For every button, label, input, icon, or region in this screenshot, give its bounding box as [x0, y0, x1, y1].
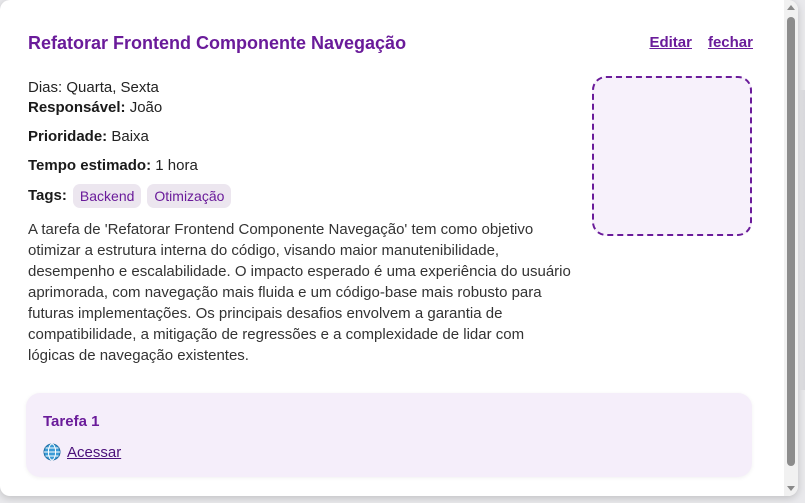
subtask-title: Tarefa 1	[43, 413, 100, 430]
task-days: Dias: Quarta, Sexta	[28, 79, 159, 96]
tag-badge: Backend	[72, 184, 142, 208]
subtask-link-label: Acessar	[67, 443, 122, 461]
modal-content: Refatorar Frontend Componente Navegação …	[0, 0, 784, 496]
responsible-label: Responsável:	[28, 99, 126, 116]
task-title: Refatorar Frontend Componente Navegação	[28, 33, 407, 53]
task-priority: Prioridade: Baixa	[28, 127, 573, 147]
task-detail-modal: Refatorar Frontend Componente Navegação …	[0, 0, 798, 496]
tags-label: Tags:	[28, 187, 67, 204]
priority-label: Prioridade:	[28, 128, 108, 145]
scroll-up-arrow-icon[interactable]	[787, 5, 795, 10]
task-description: A tarefa de 'Refatorar Frontend Componen…	[28, 221, 571, 364]
task-responsible: Responsável: João	[28, 98, 573, 118]
edit-link[interactable]: Editar	[649, 34, 692, 51]
responsible-value: João	[129, 99, 163, 116]
task-estimate: Tempo estimado: 1 hora	[28, 156, 573, 176]
header-actions: Editar fechar	[649, 34, 753, 51]
scroll-down-arrow-icon[interactable]	[787, 486, 795, 491]
close-link[interactable]: fechar	[708, 34, 753, 51]
task-tags: Tags: Backend Otimização	[28, 184, 573, 208]
task-details: Dias: Quarta, Sexta Responsável: João Pr…	[28, 78, 573, 366]
estimate-label: Tempo estimado:	[28, 157, 152, 174]
priority-value: Baixa	[111, 128, 149, 145]
subtask-access-link[interactable]: Acessar	[43, 443, 121, 461]
globe-icon	[43, 443, 61, 461]
image-placeholder[interactable]	[592, 76, 752, 236]
tag-badge: Otimização	[147, 184, 232, 208]
subtask-card: Tarefa 1 Acessar	[26, 393, 752, 477]
vertical-scrollbar[interactable]	[784, 0, 798, 496]
scrollbar-thumb[interactable]	[787, 17, 795, 466]
estimate-value: 1 hora	[155, 157, 198, 174]
